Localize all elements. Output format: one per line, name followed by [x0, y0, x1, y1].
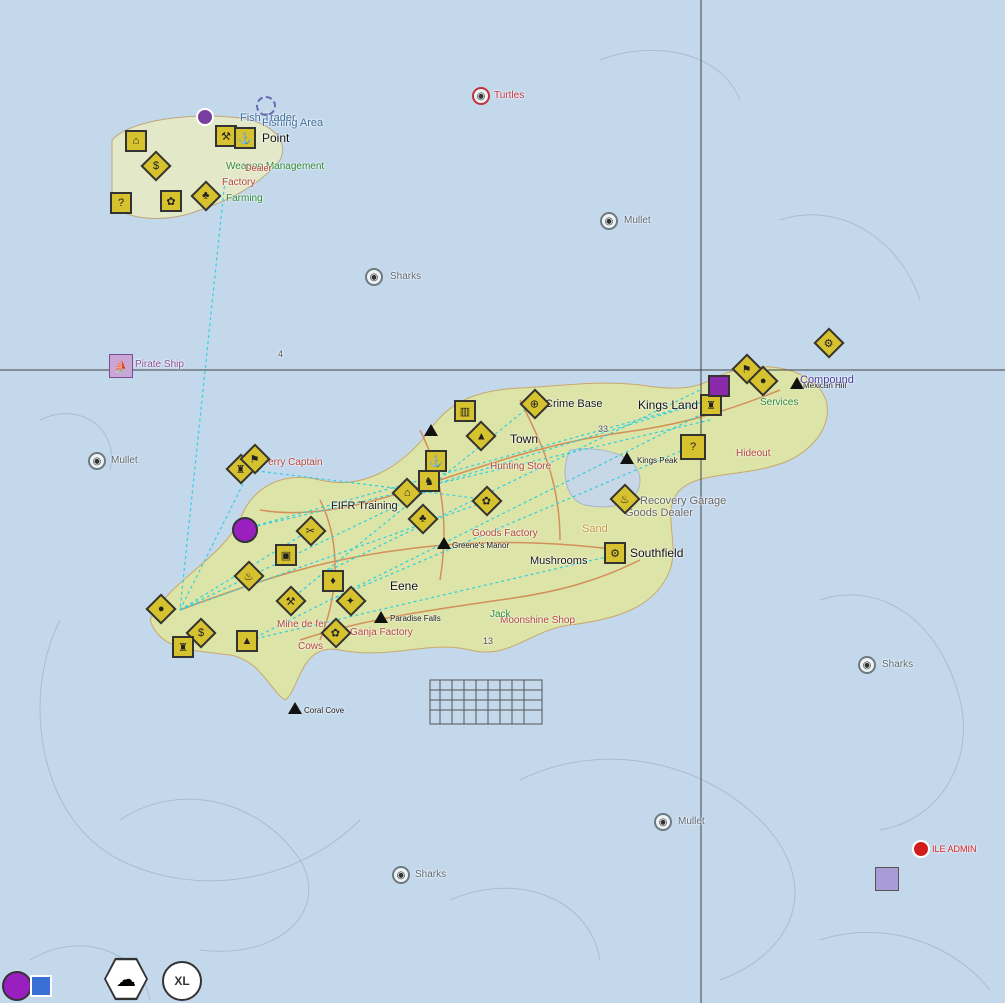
town-label: Eene: [390, 579, 419, 593]
warning-icon[interactable]: [620, 452, 634, 464]
shop-marker[interactable]: ▣: [275, 544, 297, 566]
place-label: Goods Factory: [472, 528, 538, 539]
area-marker-icon[interactable]: [256, 96, 276, 116]
avatar[interactable]: [2, 971, 32, 1001]
xl-button[interactable]: XL: [162, 961, 202, 1001]
town-label: Point: [262, 131, 290, 145]
fish-spot-marker[interactable]: ◉: [88, 452, 106, 470]
turtles-marker[interactable]: ◉: [472, 87, 490, 105]
turtles-label: Turtles: [494, 90, 525, 101]
warning-icon[interactable]: [424, 424, 438, 436]
town-label: Town: [510, 432, 539, 446]
shop-marker[interactable]: ⚓: [425, 450, 447, 472]
place-label: Cows: [298, 641, 324, 652]
fish-spot-marker[interactable]: ◉: [392, 866, 410, 884]
town-label: Kings Land: [638, 398, 699, 412]
town-label: Southfield: [630, 546, 684, 560]
fish-spot-label: Mullet: [111, 455, 138, 466]
fish-spot-marker[interactable]: ◉: [654, 813, 672, 831]
town-label: Coral Cove: [304, 706, 345, 715]
pirate-ship-label: Pirate Ship: [135, 359, 184, 370]
place-label: Mushrooms: [530, 555, 588, 567]
place-label: Services: [760, 397, 799, 408]
place-label: Ferry Captain: [262, 457, 323, 468]
place-label: Recovery Garage: [640, 495, 727, 507]
fish-spot-label: Sharks: [390, 271, 422, 282]
grid-id: 13: [483, 636, 494, 646]
badge-icon: [30, 975, 52, 997]
world-map[interactable]: ◉ Turtles ◉ Mullet ◉ Sharks ◉ Mullet ◉ S…: [0, 0, 1005, 1003]
grid-id: 4: [278, 349, 284, 359]
place-label: Moonshine Shop: [500, 615, 576, 626]
fish-spot-label: Sharks: [882, 659, 914, 670]
place-label: Ganja Factory: [350, 627, 413, 638]
profile-hud[interactable]: [2, 971, 52, 1001]
fish-spot-label: Mullet: [624, 215, 651, 226]
fish-spot-marker[interactable]: ◉: [600, 212, 618, 230]
fish-spot-label: Sharks: [415, 869, 447, 880]
warning-icon[interactable]: [374, 611, 388, 623]
place-label: Hideout: [736, 448, 771, 459]
place-label: Factory: [222, 177, 256, 188]
place-label: Greene's Manor: [452, 541, 510, 550]
place-label: Dealer: [245, 163, 272, 173]
xl-label: XL: [162, 961, 202, 1001]
map-pin-icon[interactable]: [232, 517, 258, 543]
place-label: Farming: [226, 193, 263, 204]
fish-spot-marker[interactable]: ◉: [858, 656, 876, 674]
admin-square-marker[interactable]: [875, 867, 899, 891]
shop-marker[interactable]: ?: [680, 434, 706, 460]
cloud-lightning-icon: ☁: [106, 960, 146, 998]
place-label: Hunting Store: [490, 461, 552, 472]
map-canvas: [0, 0, 1005, 1003]
shop-marker[interactable]: ⌂: [125, 130, 147, 152]
warning-icon[interactable]: [288, 702, 302, 714]
map-pin-icon[interactable]: [708, 375, 730, 397]
place-label: FIFR Training: [331, 500, 398, 512]
place-label: Weapon Management: [226, 161, 325, 172]
shop-marker[interactable]: ?: [110, 192, 132, 214]
place-label: Paradise Falls: [390, 614, 441, 623]
admin-marker-icon[interactable]: [912, 840, 930, 858]
shop-marker[interactable]: ⚙: [604, 542, 626, 564]
place-label: Goods Dealer: [625, 507, 693, 519]
place-label: Mine de fer: [277, 619, 328, 630]
shop-marker[interactable]: ♜: [700, 394, 722, 416]
place-label: Jack: [490, 609, 511, 620]
place-label: Compound: [800, 374, 854, 386]
shop-marker[interactable]: ✿: [160, 190, 182, 212]
shop-marker[interactable]: ♞: [418, 470, 440, 492]
grid-id: 33: [598, 424, 609, 434]
fish-spot-marker[interactable]: ◉: [365, 268, 383, 286]
map-pin-icon[interactable]: [196, 108, 214, 126]
weather-button[interactable]: ☁: [104, 957, 148, 1001]
warning-icon[interactable]: [437, 537, 451, 549]
shop-marker[interactable]: ⚓: [234, 127, 256, 149]
place-label: Sand: [582, 523, 608, 535]
place-label: Kings Peak: [637, 456, 678, 465]
shop-marker[interactable]: ▲: [236, 630, 258, 652]
fish-spot-label: Mullet: [678, 816, 705, 827]
shop-marker[interactable]: ♜: [172, 636, 194, 658]
shop-marker[interactable]: ▥: [454, 400, 476, 422]
admin-label: ILE ADMIN: [932, 844, 977, 854]
ship-icon[interactable]: ⛵: [109, 354, 133, 378]
place-label: Crime Base: [545, 398, 603, 410]
shop-marker[interactable]: ♦: [322, 570, 344, 592]
